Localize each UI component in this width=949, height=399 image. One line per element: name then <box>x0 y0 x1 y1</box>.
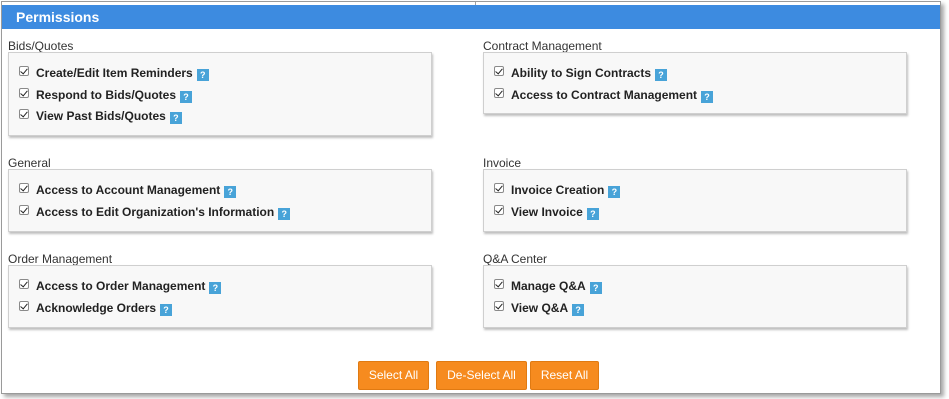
checkbox[interactable] <box>19 205 29 215</box>
section-box-bids-quotes: Create/Edit Item Reminders ? Respond to … <box>8 52 432 136</box>
help-icon[interactable]: ? <box>701 91 714 103</box>
section-label-contract-management: Contract Management <box>483 39 602 53</box>
help-icon[interactable]: ? <box>209 282 222 294</box>
section-label-general: General <box>8 156 51 170</box>
help-icon[interactable]: ? <box>224 186 237 198</box>
reset-all-button[interactable]: Reset All <box>530 361 599 390</box>
permission-label: Ability to Sign Contracts <box>511 66 652 80</box>
checkbox[interactable] <box>494 205 504 215</box>
help-icon[interactable]: ? <box>160 304 173 316</box>
permission-row: Access to Order Management ? <box>19 278 222 294</box>
section-box-contract-management: Ability to Sign Contracts ? Access to Co… <box>483 52 907 114</box>
help-icon[interactable]: ? <box>655 69 668 81</box>
permission-label: View Q&A <box>511 301 569 315</box>
permission-label: View Invoice <box>511 205 583 219</box>
permission-row: Respond to Bids/Quotes ? <box>19 87 193 103</box>
section-label-bids-quotes: Bids/Quotes <box>8 39 74 53</box>
permissions-panel: Permissions Bids/Quotes Create/Edit Item… <box>1 1 941 394</box>
checkbox[interactable] <box>19 66 29 76</box>
checkbox[interactable] <box>19 183 29 193</box>
permission-label: Respond to Bids/Quotes <box>36 88 177 102</box>
permission-row: Ability to Sign Contracts ? <box>494 65 668 81</box>
help-icon[interactable]: ? <box>196 69 209 81</box>
permission-label: View Past Bids/Quotes <box>36 109 166 123</box>
checkbox[interactable] <box>19 301 29 311</box>
permission-label: Access to Order Management <box>36 279 206 293</box>
checkbox[interactable] <box>494 183 504 193</box>
help-icon[interactable]: ? <box>608 186 621 198</box>
help-icon[interactable]: ? <box>586 208 599 220</box>
permission-label: Access to Edit Organization's Informatio… <box>36 205 275 219</box>
help-icon[interactable]: ? <box>589 282 602 294</box>
permission-row: View Past Bids/Quotes ? <box>19 108 182 124</box>
permission-row: Access to Contract Management ? <box>494 87 714 103</box>
checkbox[interactable] <box>494 66 504 76</box>
section-box-order-management: Access to Order Management ? Acknowledge… <box>8 265 432 328</box>
help-icon[interactable]: ? <box>169 112 182 124</box>
permission-label: Access to Account Management <box>36 183 221 197</box>
permission-label: Invoice Creation <box>511 183 605 197</box>
section-label-qa-center: Q&A Center <box>483 252 548 266</box>
checkbox[interactable] <box>494 301 504 311</box>
permission-row: Access to Account Management ? <box>19 182 237 198</box>
permission-label: Acknowledge Orders <box>36 301 157 315</box>
select-all-button[interactable]: Select All <box>358 361 429 390</box>
permission-row: View Q&A ? <box>494 300 585 316</box>
section-box-general: Access to Account Management ? Access to… <box>8 169 432 232</box>
help-icon[interactable]: ? <box>572 304 585 316</box>
permission-label: Manage Q&A <box>511 279 586 293</box>
checkbox[interactable] <box>19 279 29 289</box>
permission-row: Invoice Creation ? <box>494 182 621 198</box>
permission-row: View Invoice ? <box>494 204 599 220</box>
help-icon[interactable]: ? <box>278 208 291 220</box>
checkbox[interactable] <box>19 88 29 98</box>
section-box-invoice: Invoice Creation ? View Invoice ? <box>483 169 907 232</box>
checkbox[interactable] <box>494 279 504 289</box>
checkbox[interactable] <box>494 88 504 98</box>
section-label-invoice: Invoice <box>483 156 522 170</box>
section-box-qa-center: Manage Q&A ? View Q&A ? <box>483 265 907 328</box>
permission-label: Access to Contract Management <box>511 88 698 102</box>
help-icon[interactable]: ? <box>180 91 193 103</box>
deselect-all-button[interactable]: De-Select All <box>436 361 527 390</box>
permission-row: Manage Q&A ? <box>494 278 602 294</box>
checkbox[interactable] <box>19 109 29 119</box>
permission-row: Create/Edit Item Reminders ? <box>19 65 209 81</box>
panel-header: Permissions <box>2 5 940 29</box>
permission-label: Create/Edit Item Reminders <box>36 66 193 80</box>
section-label-order-management: Order Management <box>8 252 113 266</box>
permission-row: Access to Edit Organization's Informatio… <box>19 204 291 220</box>
permission-row: Acknowledge Orders ? <box>19 300 173 316</box>
